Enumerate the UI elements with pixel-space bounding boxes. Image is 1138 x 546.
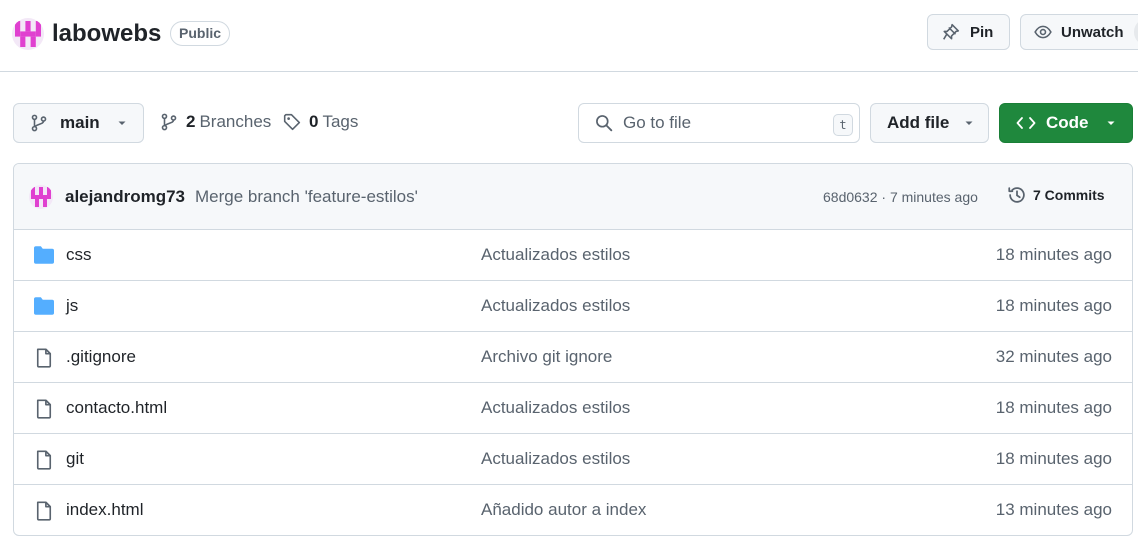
- caret-down-icon: [118, 121, 126, 125]
- folder-icon: [34, 246, 54, 264]
- code-button[interactable]: Code: [999, 103, 1133, 143]
- identicon-icon: [31, 187, 51, 207]
- file-row[interactable]: js Actualizados estilos 18 minutes ago: [14, 281, 1132, 332]
- file-row[interactable]: .gitignore Archivo git ignore 32 minutes…: [14, 332, 1132, 383]
- file-name[interactable]: index.html: [66, 500, 143, 520]
- file-commit-message[interactable]: Añadido autor a index: [481, 500, 646, 520]
- repo-header: labowebs Public Pin Unwatch: [0, 0, 1138, 72]
- eye-icon: [1034, 25, 1052, 39]
- branch-name: main: [60, 113, 100, 132]
- watchers-count: [1133, 19, 1138, 45]
- file-commit-date: 18 minutes ago: [995, 449, 1112, 468]
- file-icon: [36, 501, 52, 521]
- file-row[interactable]: contacto.html Actualizados estilos 18 mi…: [14, 383, 1132, 434]
- file-icon: [36, 348, 52, 368]
- commit-message[interactable]: Merge branch 'feature-estilos': [195, 187, 418, 207]
- file-icon: [36, 450, 52, 470]
- visibility-badge: Public: [170, 21, 231, 46]
- search-icon: [596, 115, 613, 132]
- caret-down-icon: [1107, 121, 1114, 125]
- go-to-file-search[interactable]: t: [578, 103, 860, 143]
- owner-avatar[interactable]: [12, 18, 44, 50]
- code-label: Code: [1046, 113, 1089, 132]
- history-icon: [1008, 187, 1025, 203]
- file-name[interactable]: contacto.html: [66, 398, 167, 418]
- branch-selector[interactable]: main: [13, 103, 144, 143]
- file-commit-message[interactable]: Actualizados estilos: [481, 296, 630, 316]
- search-input[interactable]: [623, 113, 813, 133]
- file-name[interactable]: git: [66, 449, 84, 469]
- identicon-icon: [15, 21, 41, 47]
- unwatch-label: Unwatch: [1061, 23, 1124, 41]
- unwatch-button[interactable]: Unwatch: [1020, 14, 1138, 50]
- file-commit-date: 13 minutes ago: [995, 500, 1112, 519]
- commits-link[interactable]: 7 Commits: [1007, 185, 1105, 205]
- commits-label: 7 Commits: [1033, 187, 1105, 203]
- pin-button[interactable]: Pin: [927, 14, 1010, 50]
- file-commit-date: 32 minutes ago: [995, 347, 1112, 366]
- file-commit-date: 18 minutes ago: [995, 398, 1112, 417]
- branches-label: Branches: [199, 112, 272, 131]
- caret-down-icon: [965, 121, 973, 125]
- add-file-button[interactable]: Add file: [870, 103, 989, 143]
- file-commit-message[interactable]: Actualizados estilos: [481, 398, 630, 418]
- file-name[interactable]: .gitignore: [66, 347, 136, 367]
- tag-icon: [283, 113, 301, 131]
- git-branch-icon: [161, 113, 177, 131]
- file-row[interactable]: git Actualizados estilos 18 minutes ago: [14, 434, 1132, 485]
- branches-link[interactable]: 2 Branches: [160, 112, 271, 132]
- file-commit-message[interactable]: Actualizados estilos: [481, 449, 630, 469]
- file-icon: [36, 399, 52, 419]
- file-commit-message[interactable]: Archivo git ignore: [481, 347, 612, 367]
- file-row[interactable]: css Actualizados estilos 18 minutes ago: [14, 230, 1132, 281]
- repo-name[interactable]: labowebs: [52, 18, 161, 50]
- folder-icon: [34, 297, 54, 315]
- tags-link[interactable]: 0 Tags: [283, 112, 358, 132]
- commit-meta[interactable]: 68d0632 · 7 minutes ago: [823, 189, 978, 205]
- file-list: alejandromg73 Merge branch 'feature-esti…: [13, 163, 1133, 536]
- shortcut-key: t: [833, 114, 853, 136]
- file-name[interactable]: css: [66, 245, 92, 265]
- commit-author[interactable]: alejandromg73: [65, 187, 185, 207]
- branches-count: 2: [186, 112, 196, 131]
- file-commit-date: 18 minutes ago: [995, 296, 1112, 315]
- code-icon: [1016, 117, 1036, 129]
- git-branch-icon: [31, 114, 47, 132]
- pin-icon: [943, 23, 960, 40]
- file-commit-message[interactable]: Actualizados estilos: [481, 245, 630, 265]
- tags-count: 0: [309, 112, 319, 131]
- latest-commit-bar: alejandromg73 Merge branch 'feature-esti…: [14, 164, 1132, 230]
- pin-label: Pin: [970, 23, 994, 41]
- file-row[interactable]: index.html Añadido autor a index 13 minu…: [14, 485, 1132, 535]
- file-name[interactable]: js: [66, 296, 78, 316]
- add-file-label: Add file: [887, 113, 950, 132]
- file-commit-date: 18 minutes ago: [995, 245, 1112, 264]
- tags-label: Tags: [322, 112, 359, 131]
- author-avatar[interactable]: [29, 185, 53, 209]
